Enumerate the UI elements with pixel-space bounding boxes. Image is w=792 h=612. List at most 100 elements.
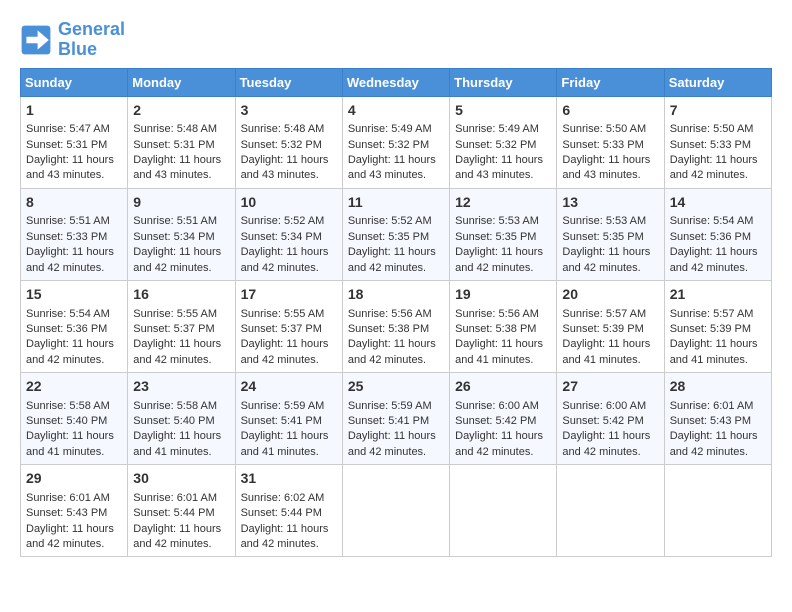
daylight-text: Daylight: 11 hours and 42 minutes. — [133, 523, 221, 550]
calendar-header-monday: Monday — [128, 68, 235, 96]
calendar-cell: 17 Sunrise: 5:55 AM Sunset: 5:37 PM Dayligh… — [235, 280, 342, 372]
sunset-text: Sunset: 5:31 PM — [133, 139, 214, 151]
day-number: 10 — [241, 193, 337, 213]
calendar-header-thursday: Thursday — [450, 68, 557, 96]
day-number: 24 — [241, 377, 337, 397]
calendar-cell: 25Sunrise: 5:59 AMSunset: 5:41 PMDayligh… — [342, 373, 449, 465]
calendar-header-sunday: Sunday — [21, 68, 128, 96]
sunset-text: Sunset: 5:33 PM — [562, 139, 643, 151]
calendar-cell: 31Sunrise: 6:02 AMSunset: 5:44 PMDayligh… — [235, 465, 342, 557]
sunset-text: Sunset: 5:32 PM — [455, 139, 536, 151]
day-number: 4 — [348, 101, 444, 121]
daylight-text: Daylight: 11 hours and 42 minutes. — [455, 246, 543, 273]
sunrise-text: Sunrise: 5:56 AM — [455, 308, 539, 320]
sunrise-text: Sunrise: 5:55 AM — [241, 308, 325, 320]
sunrise-text: Sunrise: 5:47 AM — [26, 123, 110, 135]
calendar-cell: 18Sunrise: 5:56 AMSunset: 5:38 PMDayligh… — [342, 280, 449, 372]
day-number: 17 — [241, 285, 337, 305]
daylight-text: Daylight: 11 hours and 41 minutes. — [133, 430, 221, 457]
calendar-header-saturday: Saturday — [664, 68, 771, 96]
day-number: 2 — [133, 101, 229, 121]
daylight-text: Daylight: 11 hours and 42 minutes. — [670, 246, 758, 273]
calendar-cell — [342, 465, 449, 557]
sunrise-text: Sunrise: 5:59 AM — [241, 400, 325, 412]
daylight-text: Daylight: 11 hours and 43 minutes. — [455, 154, 543, 181]
sunset-text: Sunset: 5:32 PM — [241, 139, 322, 151]
day-number: 27 — [562, 377, 658, 397]
sunset-text: Sunset: 5:35 PM — [455, 231, 536, 243]
calendar-cell: 12Sunrise: 5:53 AMSunset: 5:35 PMDayligh… — [450, 188, 557, 280]
day-number: 26 — [455, 377, 551, 397]
sunrise-text: Sunrise: 5:58 AM — [26, 400, 110, 412]
calendar-header-tuesday: Tuesday — [235, 68, 342, 96]
calendar-cell: 7Sunrise: 5:50 AMSunset: 5:33 PMDaylight… — [664, 96, 771, 188]
sunset-text: Sunset: 5:38 PM — [455, 323, 536, 335]
daylight-text: Daylight: 11 hours and 42 minutes. — [241, 338, 329, 365]
day-number: 8 — [26, 193, 122, 213]
sunset-text: Sunset: 5:32 PM — [348, 139, 429, 151]
calendar-cell: 22Sunrise: 5:58 AMSunset: 5:40 PMDayligh… — [21, 373, 128, 465]
sunset-text: Sunset: 5:37 PM — [241, 323, 322, 335]
calendar-week-row: 8 Sunrise: 5:51 AM Sunset: 5:33 PM Daylight… — [21, 188, 772, 280]
calendar-header-row: SundayMondayTuesdayWednesdayThursdayFrid… — [21, 68, 772, 96]
calendar-cell: 24 Sunrise: 5:59 AM Sunset: 5:41 PM Dayligh… — [235, 373, 342, 465]
day-number: 20 — [562, 285, 658, 305]
sunrise-text: Sunrise: 5:52 AM — [348, 215, 432, 227]
day-number: 18 — [348, 285, 444, 305]
calendar-table: SundayMondayTuesdayWednesdayThursdayFrid… — [20, 68, 772, 558]
daylight-text: Daylight: 11 hours and 43 minutes. — [26, 154, 114, 181]
daylight-text: Daylight: 11 hours and 41 minutes. — [241, 430, 329, 457]
logo-icon — [20, 24, 52, 56]
sunset-text: Sunset: 5:42 PM — [455, 415, 536, 427]
sunrise-text: Sunrise: 5:50 AM — [670, 123, 754, 135]
calendar-cell — [557, 465, 664, 557]
calendar-cell: 19Sunrise: 5:56 AMSunset: 5:38 PMDayligh… — [450, 280, 557, 372]
day-number: 30 — [133, 469, 229, 489]
sunset-text: Sunset: 5:44 PM — [133, 507, 214, 519]
daylight-text: Daylight: 11 hours and 41 minutes. — [455, 338, 543, 365]
sunset-text: Sunset: 5:39 PM — [670, 323, 751, 335]
sunrise-text: Sunrise: 5:51 AM — [133, 215, 217, 227]
calendar-cell: 29Sunrise: 6:01 AMSunset: 5:43 PMDayligh… — [21, 465, 128, 557]
sunset-text: Sunset: 5:44 PM — [241, 507, 322, 519]
sunset-text: Sunset: 5:40 PM — [133, 415, 214, 427]
sunrise-text: Sunrise: 6:01 AM — [26, 492, 110, 504]
sunrise-text: Sunrise: 6:00 AM — [562, 400, 646, 412]
sunset-text: Sunset: 5:41 PM — [348, 415, 429, 427]
calendar-cell: 14Sunrise: 5:54 AMSunset: 5:36 PMDayligh… — [664, 188, 771, 280]
sunset-text: Sunset: 5:31 PM — [26, 139, 107, 151]
calendar-cell: 6Sunrise: 5:50 AMSunset: 5:33 PMDaylight… — [557, 96, 664, 188]
calendar-cell: 13Sunrise: 5:53 AMSunset: 5:35 PMDayligh… — [557, 188, 664, 280]
sunrise-text: Sunrise: 5:54 AM — [670, 215, 754, 227]
daylight-text: Daylight: 11 hours and 42 minutes. — [241, 523, 329, 550]
calendar-cell: 8Sunrise: 5:51 AMSunset: 5:33 PMDaylight… — [21, 188, 128, 280]
calendar-cell: 28Sunrise: 6:01 AMSunset: 5:43 PMDayligh… — [664, 373, 771, 465]
sunset-text: Sunset: 5:35 PM — [562, 231, 643, 243]
sunset-text: Sunset: 5:39 PM — [562, 323, 643, 335]
daylight-text: Daylight: 11 hours and 42 minutes. — [133, 246, 221, 273]
day-number: 5 — [455, 101, 551, 121]
calendar-week-row: 1 Sunrise: 5:47 AM Sunset: 5:31 PM Daylight… — [21, 96, 772, 188]
sunset-text: Sunset: 5:42 PM — [562, 415, 643, 427]
daylight-text: Daylight: 11 hours and 43 minutes. — [348, 154, 436, 181]
calendar-week-row: 22Sunrise: 5:58 AMSunset: 5:40 PMDayligh… — [21, 373, 772, 465]
sunrise-text: Sunrise: 5:48 AM — [241, 123, 325, 135]
daylight-text: Daylight: 11 hours and 42 minutes. — [133, 338, 221, 365]
sunset-text: Sunset: 5:43 PM — [26, 507, 107, 519]
daylight-text: Daylight: 11 hours and 42 minutes. — [562, 430, 650, 457]
day-number: 1 — [26, 101, 122, 121]
sunset-text: Sunset: 5:41 PM — [241, 415, 322, 427]
sunrise-text: Sunrise: 5:58 AM — [133, 400, 217, 412]
day-number: 16 — [133, 285, 229, 305]
day-number: 21 — [670, 285, 766, 305]
calendar-cell: 4Sunrise: 5:49 AMSunset: 5:32 PMDaylight… — [342, 96, 449, 188]
sunset-text: Sunset: 5:33 PM — [26, 231, 107, 243]
daylight-text: Daylight: 11 hours and 41 minutes. — [562, 338, 650, 365]
calendar-cell: 26Sunrise: 6:00 AMSunset: 5:42 PMDayligh… — [450, 373, 557, 465]
day-number: 14 — [670, 193, 766, 213]
sunrise-text: Sunrise: 5:57 AM — [670, 308, 754, 320]
day-number: 3 — [241, 101, 337, 121]
day-number: 13 — [562, 193, 658, 213]
daylight-text: Daylight: 11 hours and 43 minutes. — [133, 154, 221, 181]
sunrise-text: Sunrise: 6:00 AM — [455, 400, 539, 412]
